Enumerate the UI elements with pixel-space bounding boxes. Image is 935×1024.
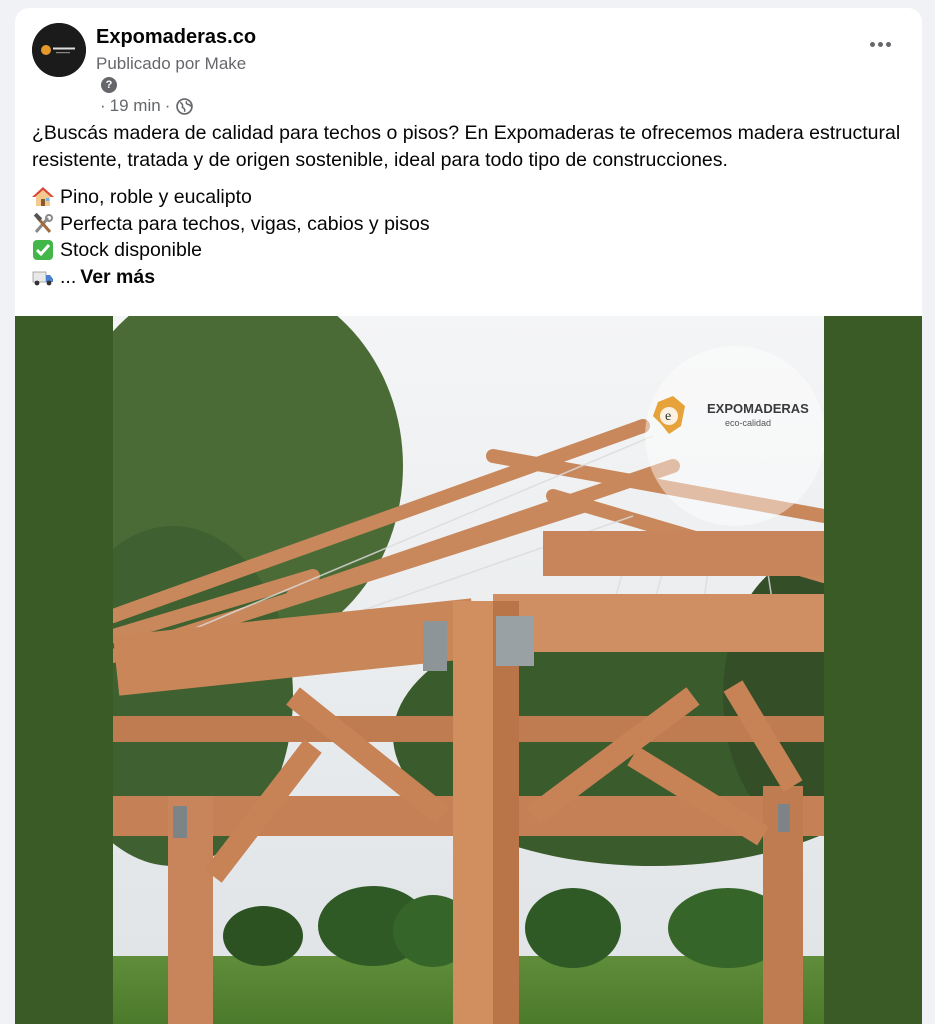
post-body: ¿Buscás madera de calidad para techos o … bbox=[15, 120, 922, 290]
globe-icon[interactable] bbox=[176, 97, 194, 115]
see-more-link[interactable]: Ver más bbox=[80, 264, 155, 291]
post-line-3: Stock disponible bbox=[32, 237, 905, 264]
wooden-gazebo-photo: e EXPOMADERAS eco-calidad bbox=[113, 316, 824, 1024]
separator-dot: · bbox=[164, 96, 171, 115]
post-line-2: Perfecta para techos, vigas, cabios y pi… bbox=[32, 211, 905, 238]
post-header: Expomaderas.co Publicado por Make ? · 19… bbox=[15, 8, 922, 120]
page-avatar[interactable] bbox=[32, 23, 86, 77]
check-mark-emoji-icon bbox=[33, 240, 53, 261]
post-card: Expomaderas.co Publicado por Make ? · 19… bbox=[15, 8, 922, 1024]
watermark-tagline: eco-calidad bbox=[725, 418, 771, 428]
page-name[interactable]: Expomaderas.co bbox=[96, 26, 256, 49]
post-image[interactable]: e EXPOMADERAS eco-calidad bbox=[15, 316, 922, 1024]
post-ellipsis: ... bbox=[60, 265, 77, 288]
post-line-2-text: Perfecta para techos, vigas, cabios y pi… bbox=[60, 212, 430, 235]
post-line-3-text: Stock disponible bbox=[60, 239, 203, 261]
svg-text:e: e bbox=[665, 409, 671, 424]
expomaderas-logo-icon bbox=[32, 23, 86, 77]
hammer-wrench-emoji-icon bbox=[33, 212, 53, 233]
post-line-1-text: Pino, roble y eucalipto bbox=[60, 186, 252, 208]
question-circle-icon[interactable]: ? bbox=[101, 77, 117, 93]
post-line-1: Pino, roble y eucalipto bbox=[32, 184, 905, 211]
post-paragraph: ¿Buscás madera de calidad para techos o … bbox=[32, 122, 901, 171]
separator-dot: · bbox=[100, 96, 106, 115]
truck-emoji-icon bbox=[32, 271, 53, 286]
post-meta: · 19 min · bbox=[96, 96, 194, 116]
watermark-brand: EXPOMADERAS bbox=[707, 401, 809, 416]
post-line-4: ... Ver más bbox=[32, 264, 905, 291]
post-timestamp[interactable]: 19 min bbox=[110, 96, 161, 116]
posted-by-label: Publicado por Make bbox=[96, 54, 247, 73]
house-emoji-icon bbox=[32, 187, 54, 207]
more-options-icon[interactable] bbox=[862, 32, 898, 56]
